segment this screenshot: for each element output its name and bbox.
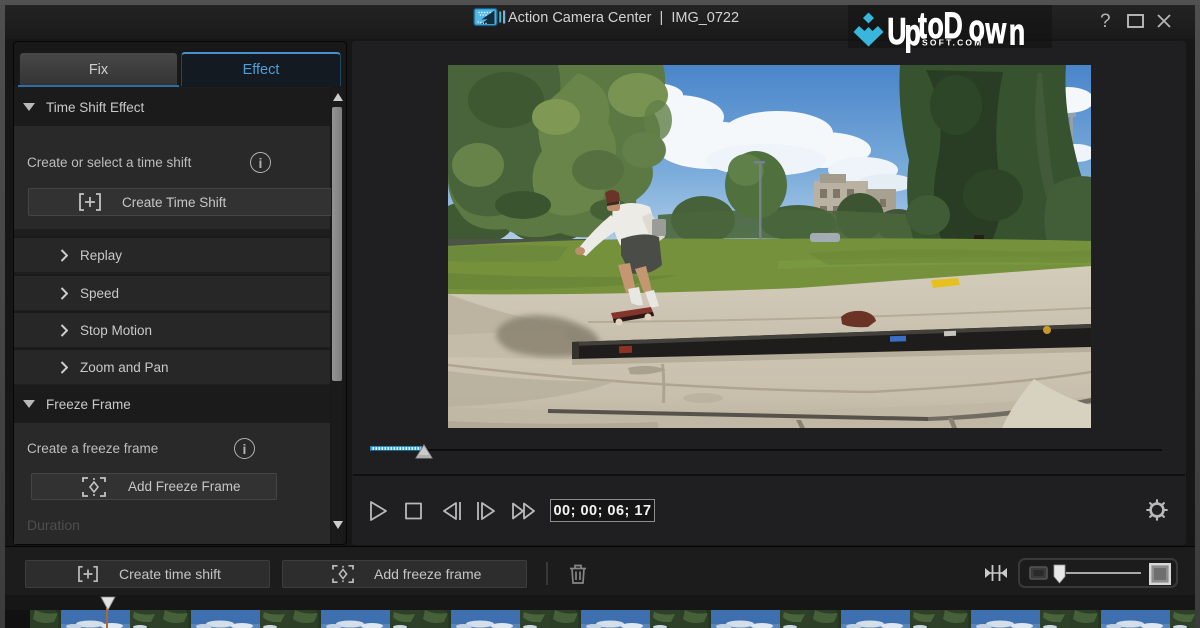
svg-text:n: n <box>1009 11 1025 52</box>
svg-text:w: w <box>985 10 1007 51</box>
svg-text:U: U <box>887 11 906 52</box>
svg-text:SOFT.COM: SOFT.COM <box>922 38 984 48</box>
svg-text:?: ? <box>1100 11 1111 32</box>
